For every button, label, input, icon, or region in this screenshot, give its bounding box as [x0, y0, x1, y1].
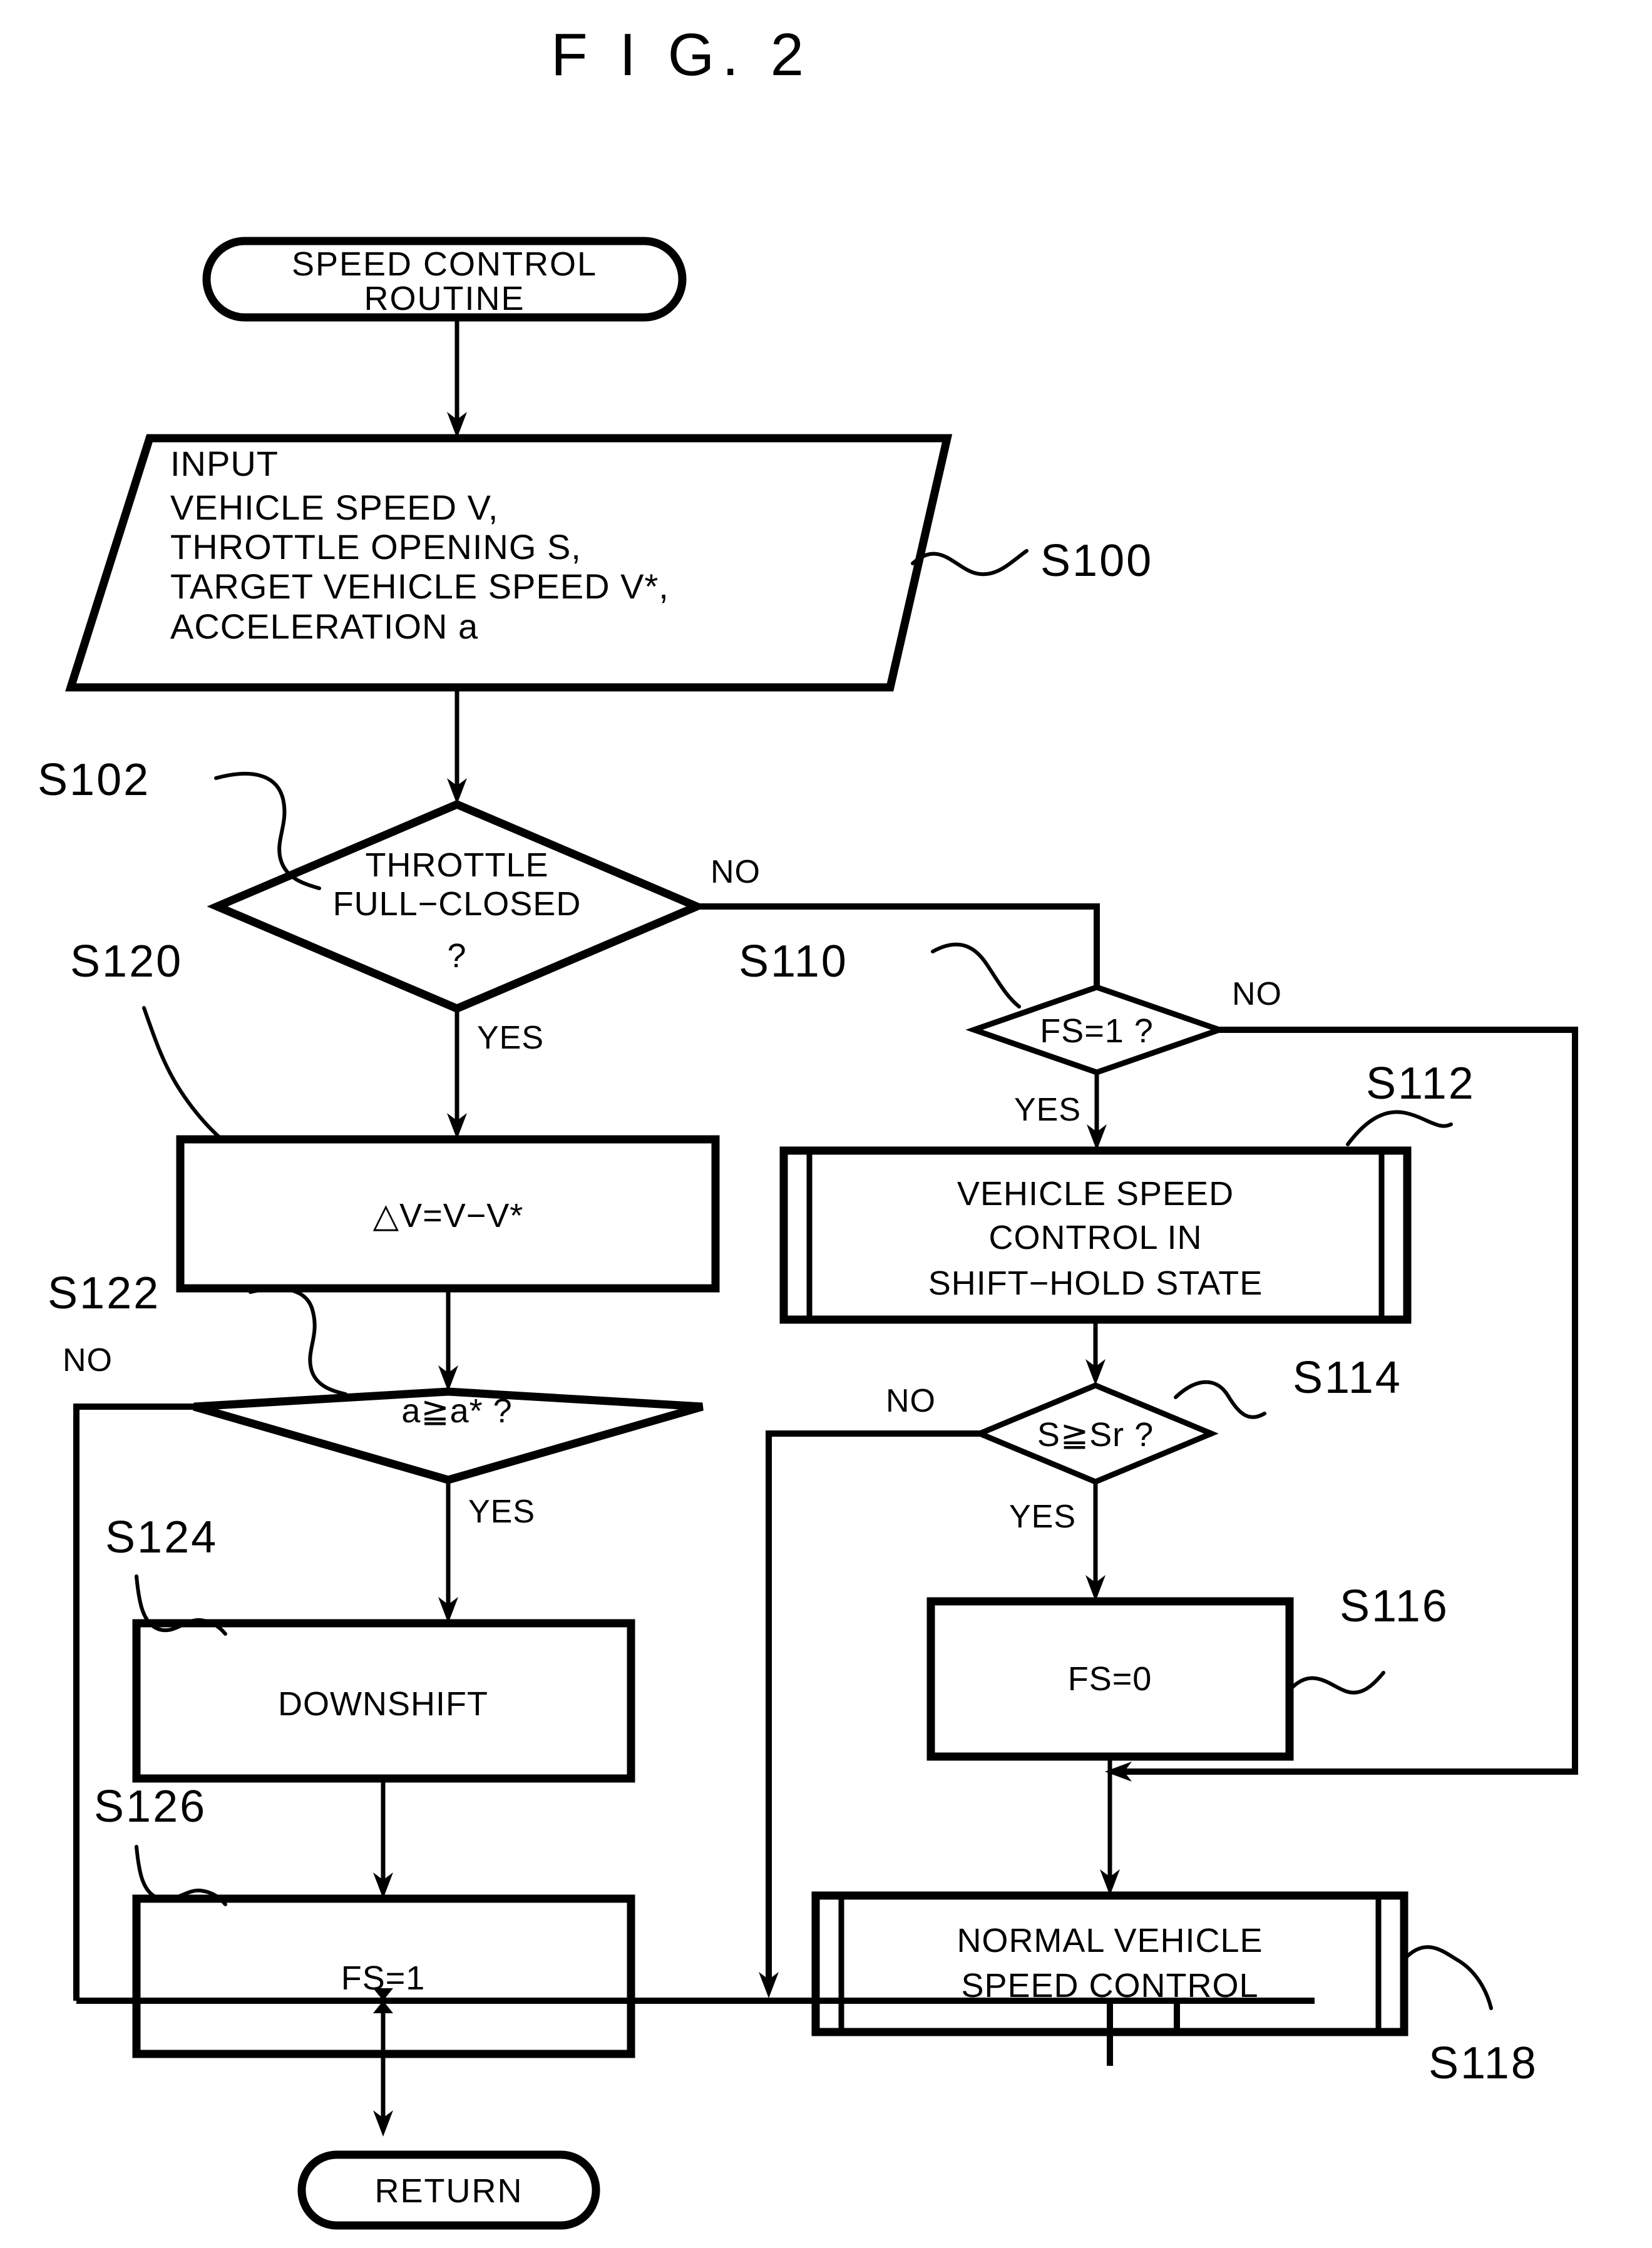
- s124-label: DOWNSHIFT: [278, 1685, 488, 1723]
- node-s112-process: VEHICLE SPEED CONTROL IN SHIFT−HOLD STAT…: [779, 1146, 1412, 1324]
- s118-label-line1: NORMAL VEHICLE: [957, 1922, 1263, 1959]
- step-label-s126: S126: [94, 1782, 207, 1832]
- step-label-s110: S110: [739, 937, 848, 987]
- step-label-s120: S120: [70, 937, 183, 987]
- flowchart-svg: F I G. 2 SPEED CONTROL ROUTINE INPUT VEH…: [38, 21, 1578, 2230]
- leader-s112: S112: [1346, 1059, 1475, 1146]
- leader-s120: S120: [70, 937, 222, 1140]
- s120-label: △V=V−V*: [373, 1197, 524, 1234]
- input-label-line1: INPUT: [170, 444, 279, 483]
- start-label-line1: SPEED CONTROL: [292, 245, 597, 283]
- leader-s116: S116: [1288, 1581, 1449, 1695]
- s102-label-line1: THROTTLE: [365, 846, 548, 884]
- branch-label-s114-yes: YES: [1009, 1499, 1076, 1535]
- s110-label: FS=1 ?: [1040, 1012, 1154, 1050]
- conn-s116-to-s118: [1100, 1757, 1120, 1896]
- conn-s122-yes: YES: [438, 1480, 535, 1623]
- leader-s114: S114: [1174, 1353, 1402, 1419]
- leader-s124: S124: [105, 1512, 227, 1636]
- step-label-s124: S124: [105, 1512, 218, 1563]
- node-s116-process: FS=0: [926, 1597, 1294, 1761]
- node-start: SPEED CONTROL ROUTINE: [202, 237, 687, 322]
- step-label-s112: S112: [1366, 1059, 1475, 1109]
- node-s100-input: INPUT VEHICLE SPEED V, THROTTLE OPENING …: [65, 434, 953, 692]
- branch-label-s114-no: NO: [886, 1383, 936, 1419]
- node-s114-decision: S≧Sr ?: [972, 1382, 1219, 1485]
- step-label-s122: S122: [48, 1268, 160, 1318]
- conn-start-to-input: [447, 317, 467, 438]
- conn-s102-yes: YES: [447, 1009, 544, 1139]
- branch-label-s122-no: NO: [63, 1342, 113, 1378]
- step-label-s116: S116: [1340, 1581, 1449, 1631]
- s102-label-line3: ?: [447, 937, 466, 975]
- conn-s110-yes: YES: [1014, 1072, 1107, 1151]
- leader-s118: S118: [1402, 1945, 1538, 2088]
- leader-s100: S100: [911, 536, 1153, 586]
- branch-label-s110-yes: YES: [1014, 1092, 1081, 1128]
- step-label-s118: S118: [1429, 2038, 1538, 2088]
- start-label-line2: ROUTINE: [364, 280, 525, 317]
- branch-label-s102-no: NO: [711, 854, 761, 890]
- branch-label-s110-no: NO: [1232, 976, 1282, 1012]
- figure-title: F I G. 2: [551, 21, 811, 88]
- input-label-line2: VEHICLE SPEED V,: [170, 488, 498, 527]
- leader-s126: S126: [94, 1782, 227, 1906]
- s112-label-line1: VEHICLE SPEED: [957, 1175, 1234, 1213]
- conn-s124-to-s126: [373, 1778, 393, 1899]
- conn-s112-to-s114: [1085, 1320, 1106, 1385]
- node-s124-process: DOWNSHIFT: [132, 1619, 635, 1783]
- conn-s114-no: NO: [759, 1383, 980, 1998]
- leader-s110: S110: [739, 937, 1021, 1009]
- node-end: RETURN: [297, 2150, 600, 2230]
- conn-s114-yes: YES: [1009, 1482, 1106, 1601]
- step-label-s114: S114: [1293, 1353, 1402, 1403]
- conn-s120-to-s122: [438, 1288, 458, 1392]
- branch-label-s102-yes: YES: [477, 1020, 544, 1056]
- merge-bus: [76, 1988, 1315, 2137]
- node-s120-process: △V=V−V*: [176, 1135, 720, 1293]
- s116-label: FS=0: [1068, 1660, 1152, 1698]
- s102-label-line2: FULL−CLOSED: [333, 885, 582, 923]
- s114-label: S≧Sr ?: [1037, 1416, 1154, 1454]
- step-label-s100: S100: [1040, 536, 1153, 586]
- figure-canvas: F I G. 2 SPEED CONTROL ROUTINE INPUT VEH…: [0, 0, 1652, 2248]
- branch-label-s122-yes: YES: [468, 1494, 535, 1530]
- node-s102-decision: THROTTLE FULL−CLOSED ?: [207, 799, 707, 1014]
- input-label-line4: TARGET VEHICLE SPEED V*,: [170, 567, 669, 606]
- leader-s102: S102: [38, 755, 321, 890]
- node-s122-decision: a≧a* ?: [193, 1387, 704, 1484]
- s122-label: a≧a* ?: [401, 1392, 512, 1430]
- end-label: RETURN: [375, 2172, 523, 2210]
- input-label-line5: ACCELERATION a: [170, 607, 478, 646]
- conn-input-to-s102: [447, 687, 467, 804]
- s112-label-line2: CONTROL IN: [988, 1219, 1202, 1256]
- s112-label-line3: SHIFT−HOLD STATE: [928, 1265, 1263, 1302]
- step-label-s102: S102: [38, 755, 150, 805]
- input-label-line3: THROTTLE OPENING S,: [170, 527, 582, 567]
